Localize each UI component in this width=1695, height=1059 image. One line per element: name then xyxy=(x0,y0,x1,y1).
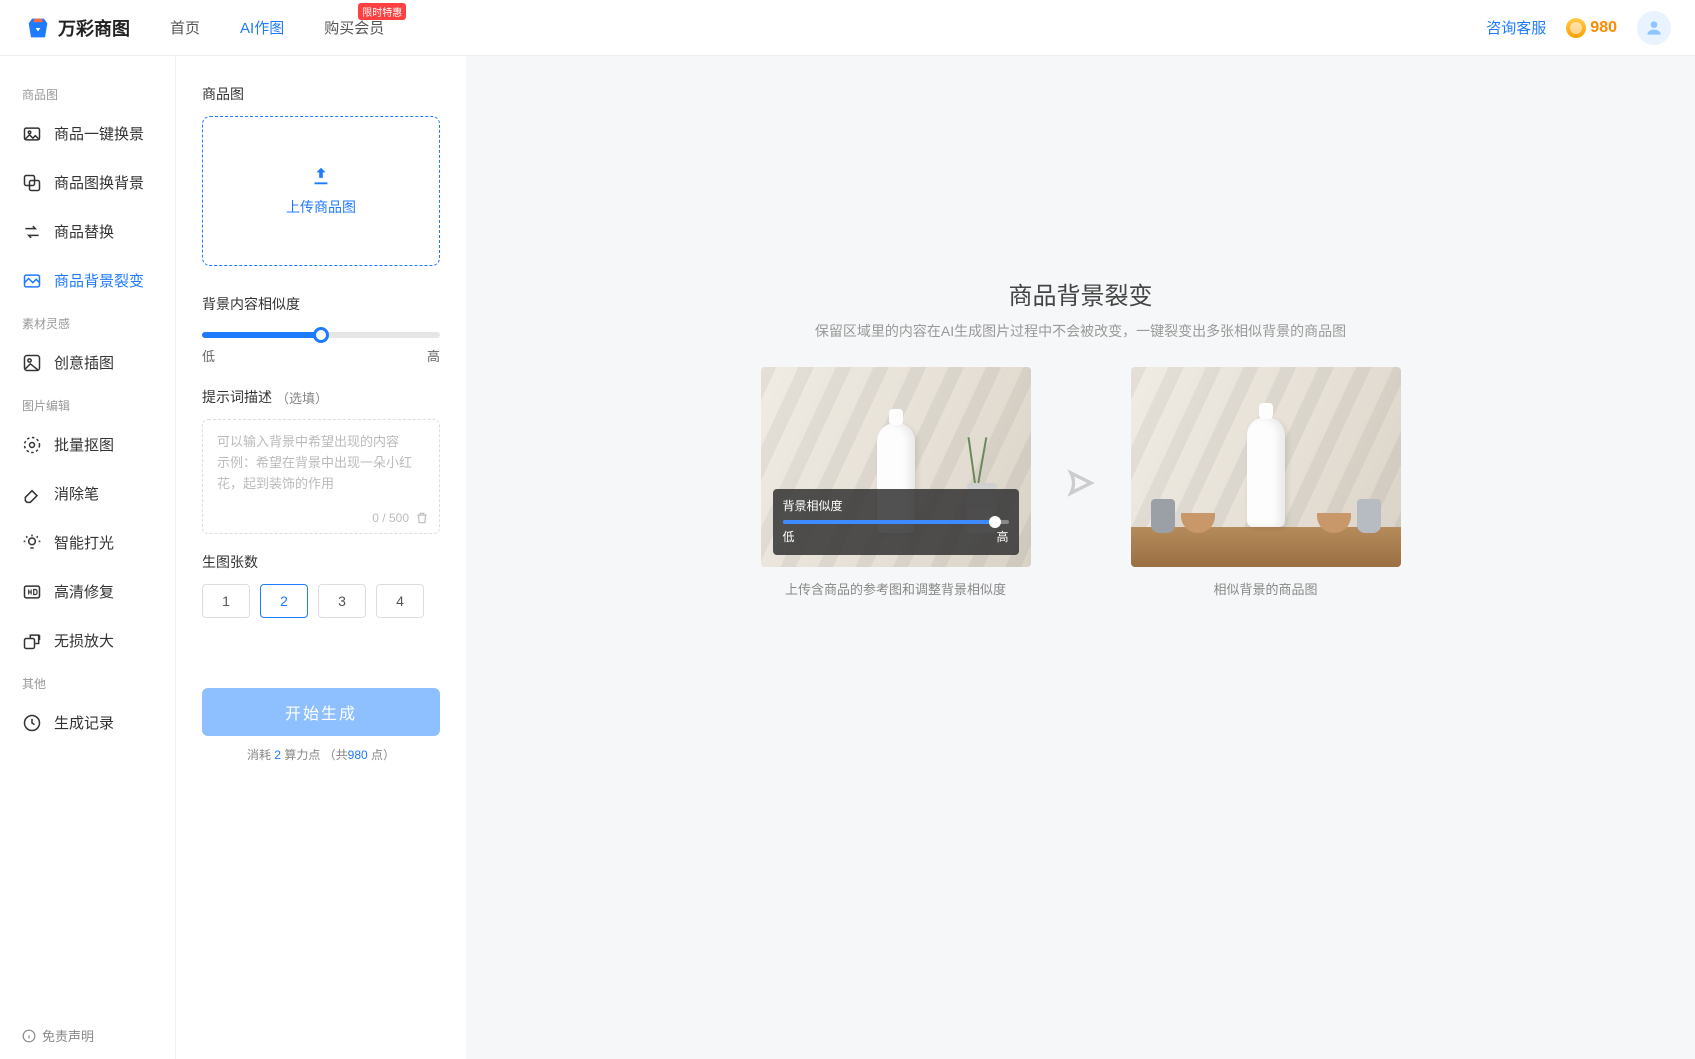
disclaimer-link[interactable]: 免责声明 xyxy=(22,1026,94,1045)
side-group-edit: 图片编辑 xyxy=(0,391,175,420)
header-right: 咨询客服 980 xyxy=(1486,11,1671,45)
sidebar-item-switch-scene[interactable]: 商品一键换景 xyxy=(0,109,175,158)
nav-membership[interactable]: 购买会员 限时特惠 xyxy=(324,17,384,38)
demo-slider-overlay: 背景相似度 低高 xyxy=(773,489,1019,555)
sidebar-item-upscale[interactable]: 无损放大 xyxy=(0,616,175,665)
sidebar: 商品图 商品一键换景 商品图换背景 商品替换 商品背景裂变 素材灵感 创意插图 … xyxy=(0,56,176,1059)
avatar-icon xyxy=(1644,18,1664,38)
config-panel: 商品图 上传商品图 背景内容相似度 低 高 提示词描述 （选填） 0 / 500 xyxy=(176,56,466,1059)
credit-amount: 980 xyxy=(1590,19,1617,37)
hd-icon xyxy=(22,582,42,602)
trash-icon[interactable] xyxy=(415,511,429,525)
sidebar-item-illustration[interactable]: 创意插图 xyxy=(0,338,175,387)
slider-low-label: 低 xyxy=(202,346,215,365)
app-header: 万彩商图 首页 AI作图 购买会员 限时特惠 咨询客服 980 xyxy=(0,0,1695,56)
hero-card: 商品背景裂变 保留区域里的内容在AI生成图片过程中不会被改变，一键裂变出多张相似… xyxy=(691,276,1471,598)
side-group-other: 其他 xyxy=(0,669,175,698)
hero-title: 商品背景裂变 xyxy=(691,276,1471,311)
cutout-icon xyxy=(22,435,42,455)
slider-thumb[interactable] xyxy=(313,327,329,343)
user-avatar[interactable] xyxy=(1637,11,1671,45)
scene-icon xyxy=(22,124,42,144)
similarity-slider[interactable] xyxy=(202,332,440,338)
demo-left: 背景相似度 低高 上传含商品的参考图和调整背景相似度 xyxy=(761,367,1031,598)
sidebar-item-history[interactable]: 生成记录 xyxy=(0,698,175,747)
side-group-product: 商品图 xyxy=(0,80,175,109)
demo-right-image xyxy=(1131,367,1401,567)
top-nav: 首页 AI作图 购买会员 限时特惠 xyxy=(170,17,384,38)
side-group-inspire: 素材灵感 xyxy=(0,309,175,338)
sidebar-item-hd-repair[interactable]: 高清修复 xyxy=(0,567,175,616)
arrow-right-icon xyxy=(1061,463,1101,503)
info-icon xyxy=(22,1029,36,1043)
count-title: 生图张数 xyxy=(202,552,440,572)
preview-area: 商品背景裂变 保留区域里的内容在AI生成图片过程中不会被改变，一键裂变出多张相似… xyxy=(466,56,1695,1059)
nav-membership-label: 购买会员 xyxy=(324,20,384,37)
count-option-4[interactable]: 4 xyxy=(376,584,424,618)
generate-button[interactable]: 开始生成 xyxy=(202,688,440,736)
sidebar-item-bg-fission[interactable]: 商品背景裂变 xyxy=(0,256,175,305)
count-option-3[interactable]: 3 xyxy=(318,584,366,618)
bg-swap-icon xyxy=(22,173,42,193)
slider-labels: 低 高 xyxy=(202,346,440,365)
upload-section-title: 商品图 xyxy=(202,84,440,104)
count-option-1[interactable]: 1 xyxy=(202,584,250,618)
sidebar-item-batch-cutout[interactable]: 批量抠图 xyxy=(0,420,175,469)
coin-icon xyxy=(1566,18,1586,38)
fission-icon xyxy=(22,271,42,291)
demo-right: 相似背景的商品图 xyxy=(1131,367,1401,598)
count-section: 生图张数 1 2 3 4 xyxy=(202,552,440,618)
count-option-2[interactable]: 2 xyxy=(260,584,308,618)
upload-dropzone[interactable]: 上传商品图 xyxy=(202,116,440,266)
demo-right-caption: 相似背景的商品图 xyxy=(1131,579,1401,598)
logo-icon xyxy=(24,14,52,42)
replace-icon xyxy=(22,222,42,242)
light-icon xyxy=(22,533,42,553)
brand-logo[interactable]: 万彩商图 xyxy=(24,14,130,42)
hero-subtitle: 保留区域里的内容在AI生成图片过程中不会被改变，一键裂变出多张相似背景的商品图 xyxy=(691,321,1471,341)
credit-balance[interactable]: 980 xyxy=(1566,18,1617,38)
promo-badge: 限时特惠 xyxy=(358,3,406,20)
brand-name: 万彩商图 xyxy=(58,15,130,41)
demo-left-caption: 上传含商品的参考图和调整背景相似度 xyxy=(761,579,1031,598)
slider-high-label: 高 xyxy=(427,346,440,365)
prompt-section-title: 提示词描述 （选填） xyxy=(202,387,440,407)
upscale-icon xyxy=(22,631,42,651)
similarity-section: 背景内容相似度 低 高 xyxy=(202,294,440,365)
upload-label: 上传商品图 xyxy=(286,197,356,217)
prompt-counter: 0 / 500 xyxy=(372,511,429,525)
nav-home[interactable]: 首页 xyxy=(170,17,200,38)
sidebar-item-eraser[interactable]: 消除笔 xyxy=(0,469,175,518)
sidebar-item-relight[interactable]: 智能打光 xyxy=(0,518,175,567)
slider-fill xyxy=(202,332,321,338)
similarity-title: 背景内容相似度 xyxy=(202,294,440,314)
sidebar-item-replace[interactable]: 商品替换 xyxy=(0,207,175,256)
eraser-icon xyxy=(22,484,42,504)
demo-left-image: 背景相似度 低高 xyxy=(761,367,1031,567)
prompt-box: 0 / 500 xyxy=(202,419,440,534)
upload-icon xyxy=(310,165,332,187)
illustration-icon xyxy=(22,353,42,373)
sidebar-item-change-bg[interactable]: 商品图换背景 xyxy=(0,158,175,207)
history-icon xyxy=(22,713,42,733)
nav-ai-draw[interactable]: AI作图 xyxy=(240,17,284,38)
cost-hint: 消耗 2 算力点 （共980 点） xyxy=(202,746,440,763)
contact-support[interactable]: 咨询客服 xyxy=(1486,17,1546,38)
